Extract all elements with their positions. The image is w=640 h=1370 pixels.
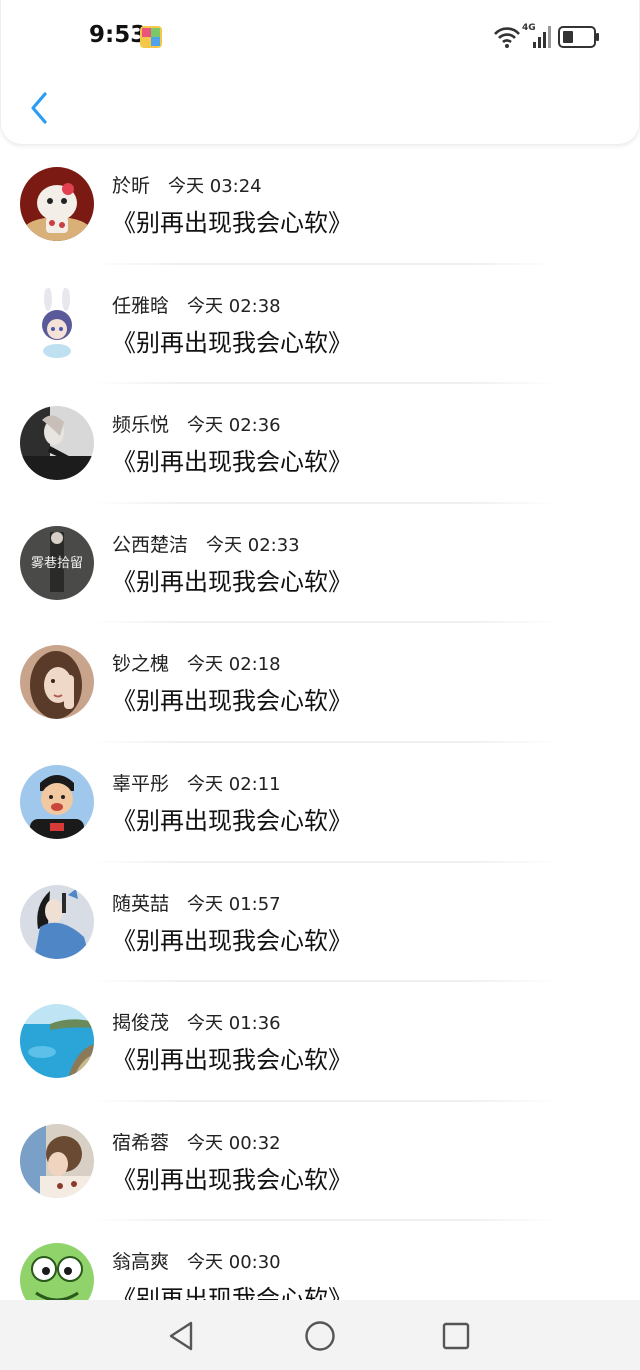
message-list[interactable]: 於昕 今天 03:24 《别再出现我会心软》 任雅晗 今天 02:38 《别再出… <box>0 145 640 1300</box>
message-time: 今天 02:36 <box>187 415 281 437</box>
list-item[interactable]: 翁高爽 今天 00:30 《别再出现我会心软》 <box>0 1221 640 1300</box>
message-text: 《别再出现我会心软》 <box>112 567 352 596</box>
sender-name: 宿希蓉 <box>112 1131 170 1154</box>
avatar[interactable] <box>20 884 94 959</box>
back-triangle-icon <box>169 1321 193 1351</box>
app-notification-icon <box>140 26 162 48</box>
message-text: 《别再出现我会心软》 <box>112 926 352 955</box>
signal-icon <box>533 26 551 48</box>
recents-square-icon <box>442 1322 470 1350</box>
avatar[interactable] <box>20 1004 94 1079</box>
message-time: 今天 02:33 <box>206 534 300 556</box>
status-time: 9:53 <box>89 22 147 48</box>
list-item[interactable]: 雾巷拾留 公西楚洁 今天 02:33 《别再出现我会心软》 <box>0 504 640 624</box>
message-text: 《别再出现我会心软》 <box>112 806 352 835</box>
sender-name: 揭俊茂 <box>112 1012 170 1035</box>
list-item[interactable]: 钞之槐 今天 02:18 《别再出现我会心软》 <box>0 623 640 743</box>
wifi-icon <box>494 27 520 48</box>
avatar[interactable] <box>20 406 94 481</box>
message-time: 今天 02:11 <box>187 773 281 795</box>
message-time: 今天 01:57 <box>187 893 281 915</box>
sender-name: 随英喆 <box>112 892 170 915</box>
sender-name: 辜平彤 <box>112 772 170 795</box>
battery-icon <box>558 26 599 48</box>
list-item[interactable]: 於昕 今天 03:24 《别再出现我会心软》 <box>0 145 640 265</box>
avatar[interactable] <box>20 1243 94 1300</box>
list-item[interactable]: 宿希蓉 今天 00:32 《别再出现我会心软》 <box>0 1102 640 1222</box>
message-text: 《别再出现我会心软》 <box>112 328 352 357</box>
message-time: 今天 01:36 <box>187 1013 281 1035</box>
home-circle-icon <box>305 1321 335 1351</box>
avatar[interactable] <box>20 167 94 241</box>
avatar-caption: 雾巷拾留 <box>31 556 83 571</box>
message-time: 今天 02:38 <box>187 295 281 317</box>
sender-name: 於昕 <box>112 175 151 197</box>
avatar[interactable] <box>20 764 94 839</box>
list-item[interactable]: 任雅晗 今天 02:38 《别再出现我会心软》 <box>0 265 640 385</box>
nav-home-button[interactable] <box>300 1316 340 1356</box>
message-text: 《别再出现我会心软》 <box>112 687 352 716</box>
top-bar: 9:53 4G <box>0 0 640 145</box>
message-text: 《别再出现我会心软》 <box>112 1285 352 1300</box>
list-item[interactable]: 揭俊茂 今天 01:36 《别再出现我会心软》 <box>0 982 640 1102</box>
avatar[interactable] <box>20 286 94 361</box>
nav-back-button[interactable] <box>162 1316 202 1356</box>
avatar[interactable] <box>20 1123 94 1198</box>
chevron-left-icon <box>31 92 47 124</box>
message-time: 今天 00:30 <box>187 1252 281 1274</box>
sender-name: 任雅晗 <box>112 294 170 317</box>
network-type-label: 4G <box>522 23 536 33</box>
avatar[interactable] <box>20 645 94 720</box>
sender-name: 钞之槐 <box>112 653 170 676</box>
sender-name: 翁高爽 <box>112 1251 170 1274</box>
message-text: 《别再出现我会心软》 <box>112 209 352 237</box>
sender-name: 频乐悦 <box>112 414 170 437</box>
message-text: 《别再出现我会心软》 <box>112 1165 352 1194</box>
nav-recents-button[interactable] <box>436 1316 476 1356</box>
back-button[interactable] <box>19 88 59 128</box>
message-time: 今天 02:18 <box>187 654 281 676</box>
system-nav-bar <box>0 1300 640 1370</box>
list-item[interactable]: 频乐悦 今天 02:36 《别再出现我会心软》 <box>0 384 640 504</box>
message-time: 今天 03:24 <box>168 176 262 197</box>
message-text: 《别再出现我会心软》 <box>112 1046 352 1075</box>
list-item[interactable]: 随英喆 今天 01:57 《别再出现我会心软》 <box>0 863 640 983</box>
message-time: 今天 00:32 <box>187 1132 281 1154</box>
sender-name: 公西楚洁 <box>112 533 189 556</box>
list-item[interactable]: 辜平彤 今天 02:11 《别再出现我会心软》 <box>0 743 640 863</box>
message-text: 《别再出现我会心软》 <box>112 448 352 477</box>
status-icons: 4G <box>493 22 605 52</box>
avatar[interactable]: 雾巷拾留 <box>20 525 94 600</box>
